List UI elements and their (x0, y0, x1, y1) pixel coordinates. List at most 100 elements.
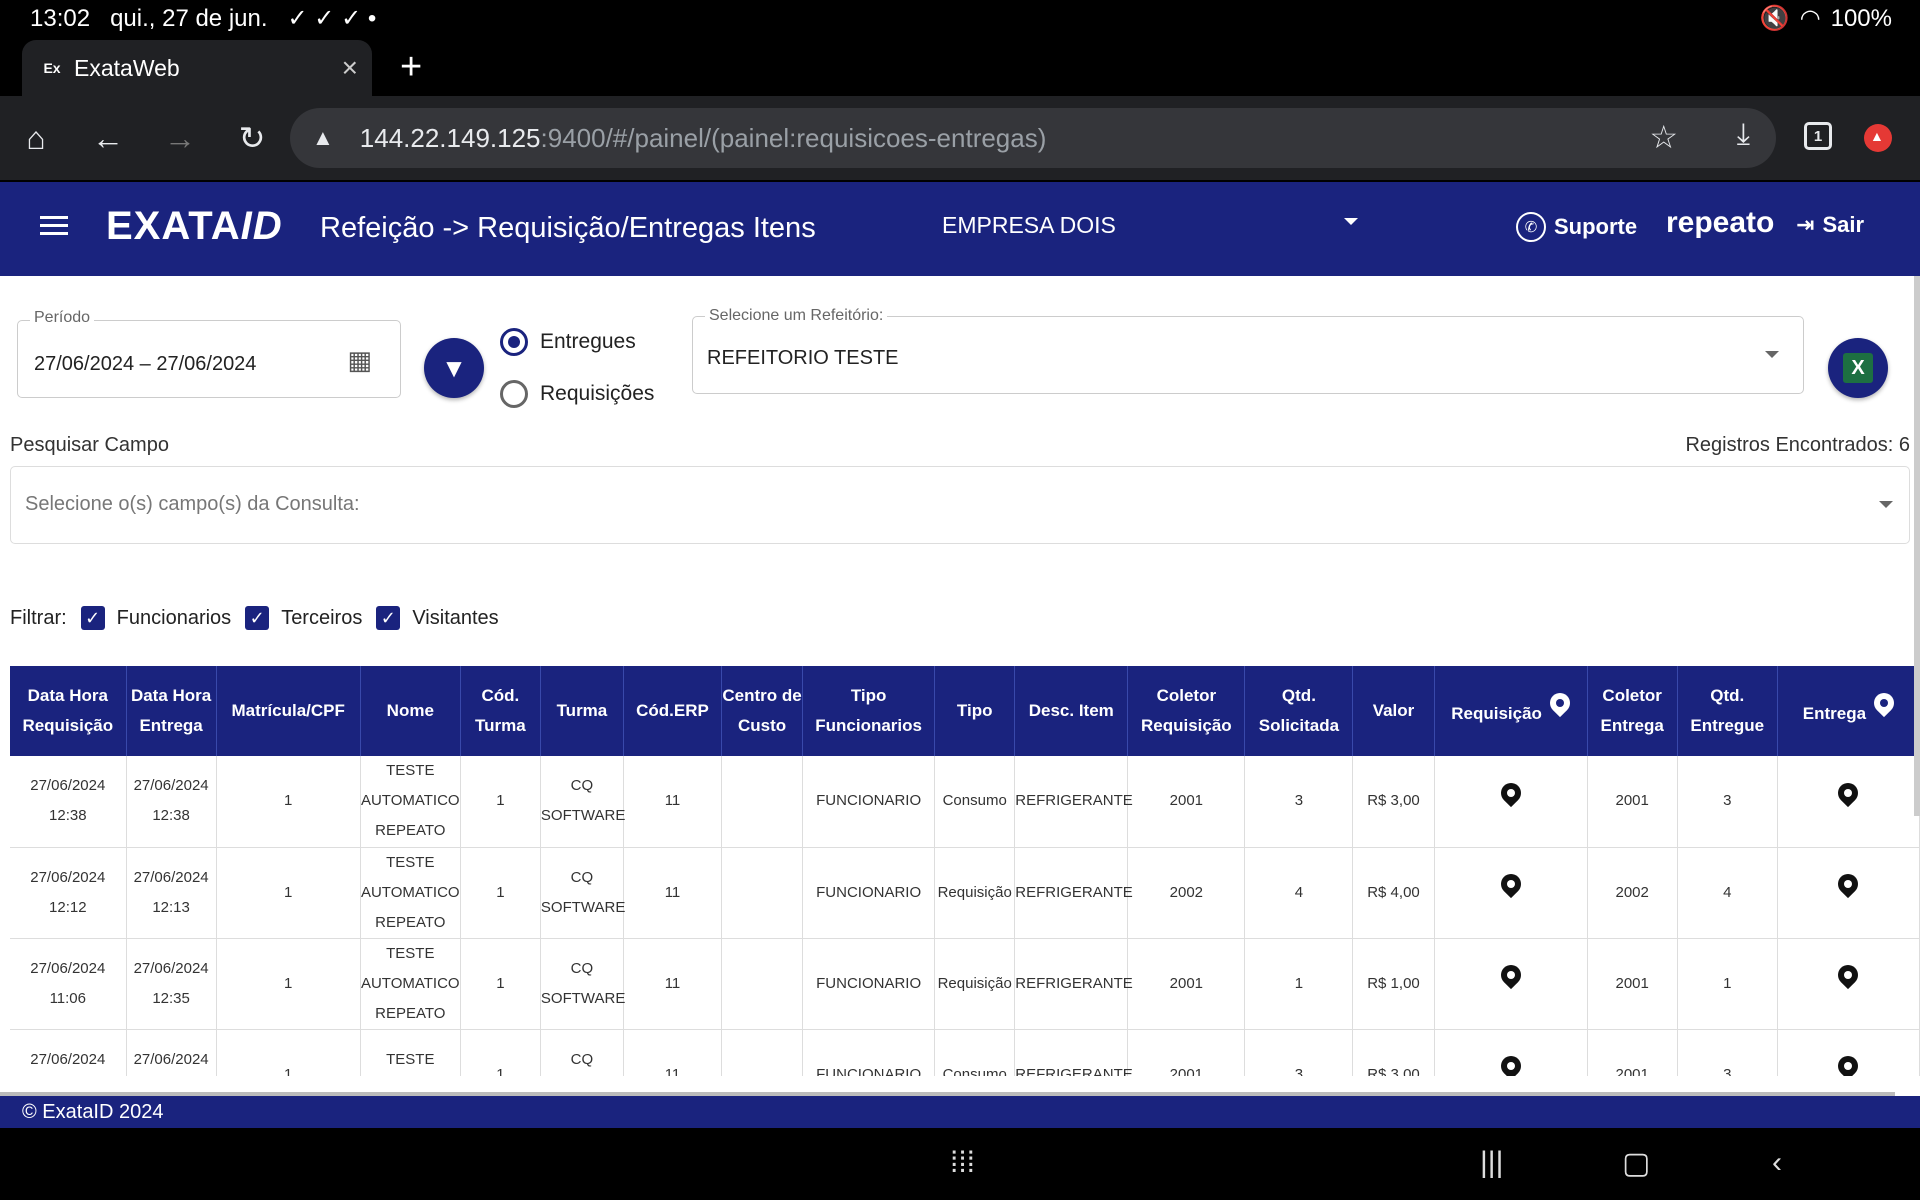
refeitorio-value: REFEITORIO TESTE (707, 347, 899, 369)
table-cell (1777, 847, 1920, 939)
campo-select[interactable]: Selecione o(s) campo(s) da Consulta: (10, 466, 1910, 544)
suporte-button[interactable]: ✆ Suporte (1516, 212, 1637, 242)
checkbox-funcionarios-label: Funcionarios (116, 606, 232, 629)
column-header[interactable]: Cód.ERP (623, 666, 723, 756)
table-cell: R$ 3,00 (1352, 1029, 1435, 1076)
home-icon[interactable]: ⌂ (14, 116, 58, 160)
table-cell (721, 756, 804, 848)
table-cell: 27/06/2024 12:35 (126, 938, 217, 1030)
table-cell: CQ SOFTWARE (540, 847, 625, 939)
date-range-value[interactable]: 27/06/2024 – 27/06/2024 (34, 353, 256, 376)
close-tab-icon[interactable]: × (342, 52, 358, 84)
refeitorio-dropdown-icon[interactable] (1765, 351, 1779, 358)
empresa-select[interactable]: EMPRESA DOIS (942, 212, 1116, 239)
column-header[interactable]: Coletor Entrega (1587, 666, 1678, 756)
radio-entregues-dot[interactable] (500, 328, 528, 356)
home-nav-icon[interactable]: ▢ (1622, 1146, 1650, 1181)
menu-icon[interactable] (40, 216, 68, 240)
logout-button[interactable]: ⇥ Sair (1796, 212, 1864, 238)
footer: © ExataID 2024 (0, 1096, 1920, 1128)
column-header[interactable]: Qtd. Solicitada (1244, 666, 1354, 756)
location-pin-icon[interactable] (1838, 783, 1858, 809)
radio-requisicoes[interactable]: Requisições (500, 380, 654, 408)
column-header[interactable]: Turma (540, 666, 624, 756)
address-bar[interactable]: ▲ 144.22.149.125:9400/#/painel/(painel:r… (290, 108, 1776, 168)
location-pin-icon[interactable] (1501, 783, 1521, 809)
tab-title: ExataWeb (74, 54, 180, 81)
date-range-field[interactable]: Período 27/06/2024 – 27/06/2024 ▦ (17, 309, 401, 398)
date-range-label: Período (30, 309, 95, 327)
location-pin-icon[interactable] (1838, 965, 1858, 991)
table-cell: 2001 (1587, 938, 1678, 1030)
checkbox-visitantes[interactable]: ✓ (376, 606, 401, 630)
campo-dropdown-icon[interactable] (1879, 501, 1893, 508)
table-row[interactable]: 27/06/2024 11:06 27/06/2024 12:35 1 TESTE A… (10, 938, 1920, 1030)
reload-icon[interactable]: ↻ (230, 116, 274, 160)
table-cell: 27/06/2024 12:38 (10, 756, 127, 848)
table-row[interactable]: 27/06/2024 12:12 27/06/2024 12:13 1 TESTE A… (10, 847, 1920, 939)
column-header[interactable]: Entrega (1777, 666, 1920, 756)
system-status-bar: 13:02 qui., 27 de jun. ✓ ✓ ✓ • 🔇 ◠ 100% (0, 0, 1920, 36)
new-tab-icon[interactable]: + (400, 46, 422, 89)
checkbox-terceiros[interactable]: ✓ (245, 606, 270, 630)
table-cell: TESTE AUTOMATICO REPEATO (360, 938, 461, 1030)
table-cell: REFRIGERANTE (1014, 756, 1133, 848)
browser-tab[interactable]: Ex ExataWeb × (22, 40, 372, 96)
not-secure-icon[interactable]: ▲ (312, 125, 334, 151)
system-nav-bar: ⁞⁞⁞ ||| ▢ ‹ (0, 1128, 1920, 1200)
empresa-dropdown-icon[interactable] (1344, 218, 1358, 225)
calendar-icon[interactable]: ▦ (347, 345, 372, 376)
column-header[interactable]: Data Hora Requisição (10, 666, 127, 756)
column-header[interactable]: Requisição (1434, 666, 1588, 756)
bookmark-star-icon[interactable]: ☆ (1649, 118, 1678, 156)
table-cell: 27/06/2024 11:06 (10, 938, 127, 1030)
data-table: Data Hora Requisição Data Hora Entrega Mat… (10, 666, 1920, 1076)
location-pin-icon[interactable] (1501, 965, 1521, 991)
app-page: EXATAID Refeição -> Requisição/Entregas … (0, 182, 1920, 1128)
table-cell (1434, 938, 1588, 1030)
filter-button[interactable]: ▼ (424, 338, 484, 398)
recents-icon[interactable]: ||| (1480, 1146, 1503, 1180)
column-header[interactable]: Tipo (934, 666, 1016, 756)
download-icon[interactable]: ⤓ (1737, 118, 1750, 152)
column-header[interactable]: Nome (360, 666, 461, 756)
table-cell: 2001 (1587, 1029, 1678, 1076)
location-pin-icon[interactable] (1838, 1056, 1858, 1076)
radio-entregues[interactable]: Entregues (500, 328, 636, 356)
table-row[interactable]: 27/06/2024 11:0527/06/2024 11:051TESTE A… (10, 1029, 1920, 1076)
table-cell: 1 (1677, 938, 1778, 1030)
column-header[interactable]: Matrícula/CPF (216, 666, 361, 756)
column-header[interactable]: Data Hora Entrega (126, 666, 217, 756)
app-drawer-icon[interactable]: ⁞⁞⁞ (950, 1146, 975, 1180)
column-header[interactable]: Desc. Item (1014, 666, 1129, 756)
table-row[interactable]: 27/06/2024 12:38 27/06/2024 12:38 1 TESTE A… (10, 756, 1920, 848)
location-pin-icon[interactable] (1501, 1056, 1521, 1076)
column-header[interactable]: Centro de Custo (721, 666, 804, 756)
column-header[interactable]: Valor (1352, 666, 1435, 756)
radio-requisicoes-dot[interactable] (500, 380, 528, 408)
app-header: EXATAID Refeição -> Requisição/Entregas … (0, 182, 1920, 276)
column-header[interactable]: Qtd. Entregue (1677, 666, 1778, 756)
table-cell: 4 (1244, 847, 1354, 939)
update-menu-icon[interactable] (1864, 124, 1892, 152)
checkbox-funcionarios[interactable]: ✓ (80, 606, 105, 630)
column-header[interactable]: Coletor Requisição (1127, 666, 1246, 756)
tab-count-button[interactable]: 1 (1804, 122, 1832, 150)
table-cell: Requisição (934, 938, 1016, 1030)
back-icon[interactable]: ← (86, 116, 130, 160)
checkbox-terceiros-label: Terceiros (281, 606, 363, 629)
refeitorio-select[interactable]: Selecione um Refeitório: REFEITORIO TEST… (692, 307, 1804, 394)
location-pin-icon[interactable] (1838, 874, 1858, 900)
table-cell: FUNCIONARIO (802, 756, 936, 848)
table-cell: FUNCIONARIO (802, 938, 936, 1030)
column-header[interactable]: Tipo Funcionarios (802, 666, 936, 756)
export-excel-button[interactable]: X (1828, 338, 1888, 398)
location-pin-icon[interactable] (1501, 874, 1521, 900)
table-cell: Consumo (934, 756, 1016, 848)
column-header[interactable]: Cód. Turma (460, 666, 541, 756)
vertical-scrollbar[interactable] (1914, 276, 1920, 816)
radio-entregues-label: Entregues (540, 330, 636, 353)
back-nav-icon[interactable]: ‹ (1772, 1146, 1782, 1180)
filter-checkboxes: Filtrar: ✓ Funcionarios ✓ Terceiros ✓ Vi… (10, 606, 499, 630)
forward-icon[interactable]: → (158, 116, 202, 160)
